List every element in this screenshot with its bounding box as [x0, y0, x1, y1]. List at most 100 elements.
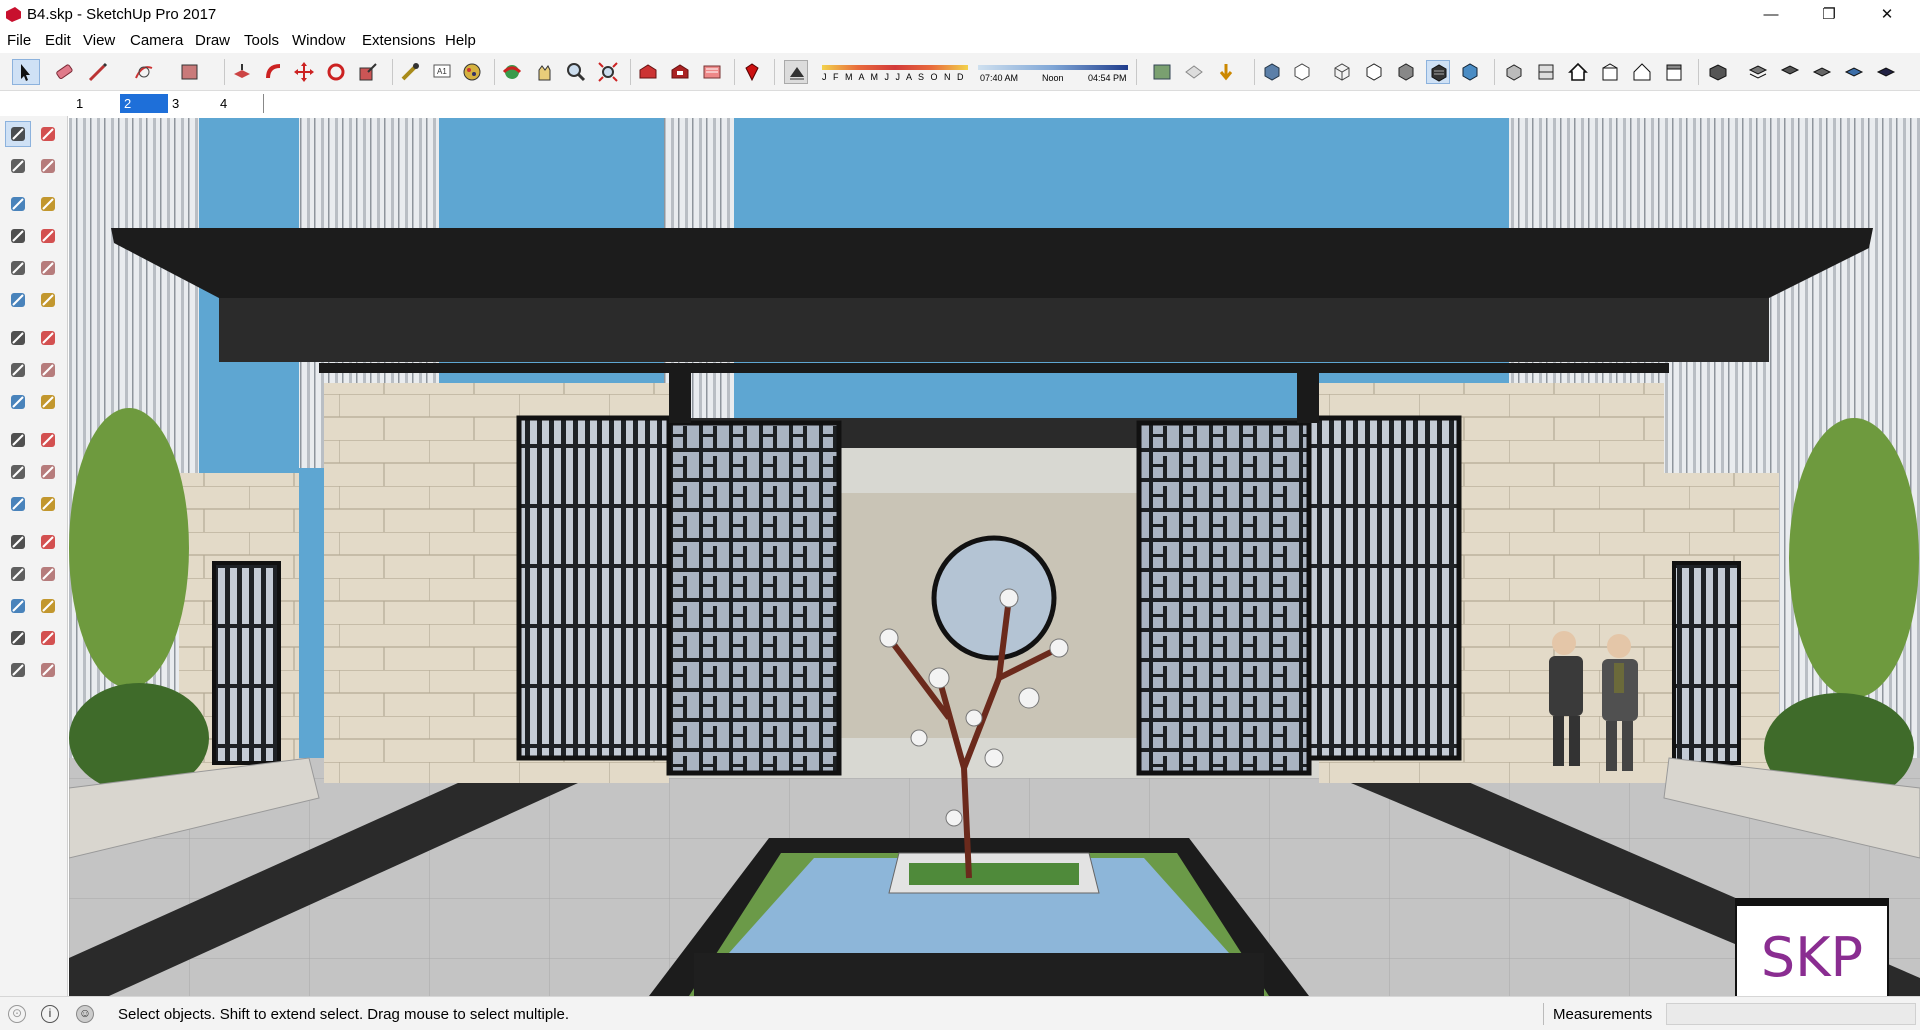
rectangle-tool-icon[interactable]	[6, 224, 30, 248]
shaded-textures-style-icon[interactable]	[1426, 60, 1450, 84]
line-tool-icon[interactable]	[6, 192, 30, 216]
menu-extensions[interactable]: Extensions	[362, 32, 435, 49]
maximize-button[interactable]: ❐	[1800, 0, 1858, 29]
paint-icon[interactable]	[132, 60, 156, 84]
zoom-extents-tool-icon[interactable]	[6, 626, 30, 650]
rotate-icon[interactable]	[324, 60, 348, 84]
scale-icon[interactable]	[356, 60, 380, 84]
geo-location-icon[interactable]: ⊙	[8, 1005, 26, 1023]
measurements-input[interactable]	[1666, 1003, 1916, 1025]
text-icon[interactable]: A1	[430, 60, 454, 84]
two-point-arc-tool-icon[interactable]	[36, 288, 60, 312]
menu-edit[interactable]: Edit	[45, 32, 71, 49]
3d-text-tool-icon[interactable]	[36, 530, 60, 554]
protractor-tool-icon[interactable]	[6, 492, 30, 516]
menu-help[interactable]: Help	[445, 32, 476, 49]
paint-bucket-icon[interactable]	[460, 60, 484, 84]
zoom-window-tool-icon[interactable]	[36, 594, 60, 618]
pan-tool-icon[interactable]	[36, 562, 60, 586]
dimension-tool-icon[interactable]	[36, 460, 60, 484]
three-point-arc-tool-icon[interactable]	[36, 326, 60, 350]
shaded-style-icon[interactable]	[1394, 60, 1418, 84]
rendered-scene[interactable]	[69, 118, 1920, 996]
menu-window[interactable]: Window	[292, 32, 345, 49]
smoove-icon[interactable]	[1810, 60, 1834, 84]
wireframe-style-icon[interactable]	[1330, 60, 1354, 84]
menu-view[interactable]: View	[83, 32, 115, 49]
pan-icon[interactable]	[532, 60, 556, 84]
model-viewport[interactable]	[69, 118, 1920, 996]
minimize-button[interactable]: —	[1742, 0, 1800, 29]
stamp-icon[interactable]	[1842, 60, 1866, 84]
select-tool-icon[interactable]	[5, 121, 31, 147]
move-tool-icon[interactable]	[6, 358, 30, 382]
right-view-icon[interactable]	[1598, 60, 1622, 84]
iso-view-icon[interactable]	[1502, 60, 1526, 84]
axes-tool-icon[interactable]	[6, 530, 30, 554]
user-account-icon[interactable]: ☺	[76, 1005, 94, 1023]
menu-draw[interactable]: Draw	[195, 32, 230, 49]
scale-tool-icon[interactable]	[6, 428, 30, 452]
sandbox-from-scratch-icon[interactable]	[1778, 60, 1802, 84]
back-edges-style-icon[interactable]	[1290, 60, 1314, 84]
zoom-tool-icon[interactable]	[6, 594, 30, 618]
previous-view-tool-icon[interactable]	[36, 626, 60, 650]
warehouse-icon[interactable]	[636, 60, 660, 84]
select-icon[interactable]	[12, 59, 40, 85]
hidden-line-style-icon[interactable]	[1362, 60, 1386, 84]
offset-tool-icon[interactable]	[36, 428, 60, 452]
info-icon[interactable]: i	[41, 1005, 59, 1023]
menu-file[interactable]: File	[7, 32, 31, 49]
ruby-icon[interactable]	[740, 60, 764, 84]
back-view-icon[interactable]	[1630, 60, 1654, 84]
close-button[interactable]: ✕	[1858, 0, 1916, 29]
eraser-tool-icon[interactable]	[36, 154, 60, 178]
monochrome-style-icon[interactable]	[1458, 60, 1482, 84]
push-pull-icon[interactable]	[230, 60, 254, 84]
push-pull-tool-icon[interactable]	[36, 358, 60, 382]
tape-measure-icon[interactable]	[398, 60, 422, 84]
zoom-extents-icon[interactable]	[596, 60, 620, 84]
follow-me-tool-icon[interactable]	[36, 390, 60, 414]
shadow-toggle-icon[interactable]	[784, 60, 808, 84]
extension-warehouse-icon[interactable]	[668, 60, 692, 84]
move-icon[interactable]	[292, 60, 316, 84]
scene-tab-2[interactable]: 2	[120, 94, 168, 113]
look-around-tool-icon[interactable]	[36, 658, 60, 682]
shadow-month-slider[interactable]: J F M A M J J A S O N D	[822, 61, 968, 85]
eraser-icon[interactable]	[52, 60, 76, 84]
rotated-rectangle-tool-icon[interactable]	[36, 224, 60, 248]
menu-camera[interactable]: Camera	[130, 32, 183, 49]
scene-tab-1[interactable]: 1	[72, 94, 120, 113]
top-view-icon[interactable]	[1534, 60, 1558, 84]
shadow-time-slider[interactable]: 07:40 AM Noon 04:54 PM	[978, 61, 1128, 85]
arc-tool-icon[interactable]	[6, 288, 30, 312]
component-icon[interactable]	[36, 122, 60, 146]
pie-tool-icon[interactable]	[6, 326, 30, 350]
layout-icon[interactable]	[700, 60, 724, 84]
position-camera-tool-icon[interactable]	[6, 658, 30, 682]
circle-tool-icon[interactable]	[6, 256, 30, 280]
make-component-icon[interactable]	[1706, 60, 1730, 84]
sandbox-from-contours-icon[interactable]	[1746, 60, 1770, 84]
rectangle-icon[interactable]	[178, 60, 202, 84]
menu-tools[interactable]: Tools	[244, 32, 279, 49]
freehand-tool-icon[interactable]	[36, 192, 60, 216]
section-icon[interactable]	[1182, 60, 1206, 84]
pencil-icon[interactable]	[86, 60, 110, 84]
text-tool-icon[interactable]	[36, 492, 60, 516]
rotate-tool-icon[interactable]	[6, 390, 30, 414]
orbit-tool-icon[interactable]	[6, 562, 30, 586]
zoom-icon[interactable]	[564, 60, 588, 84]
polygon-tool-icon[interactable]	[36, 256, 60, 280]
scene-tab-4[interactable]: 4	[216, 94, 264, 113]
orbit-icon[interactable]	[500, 60, 524, 84]
front-view-icon[interactable]	[1566, 60, 1590, 84]
section-fill-icon[interactable]	[1214, 60, 1238, 84]
xray-style-icon[interactable]	[1260, 60, 1284, 84]
left-view-icon[interactable]	[1662, 60, 1686, 84]
paint-bucket-tool-icon[interactable]	[6, 154, 30, 178]
fog-icon[interactable]	[1150, 60, 1174, 84]
drape-icon[interactable]	[1874, 60, 1898, 84]
scene-tab-3[interactable]: 3	[168, 94, 216, 113]
